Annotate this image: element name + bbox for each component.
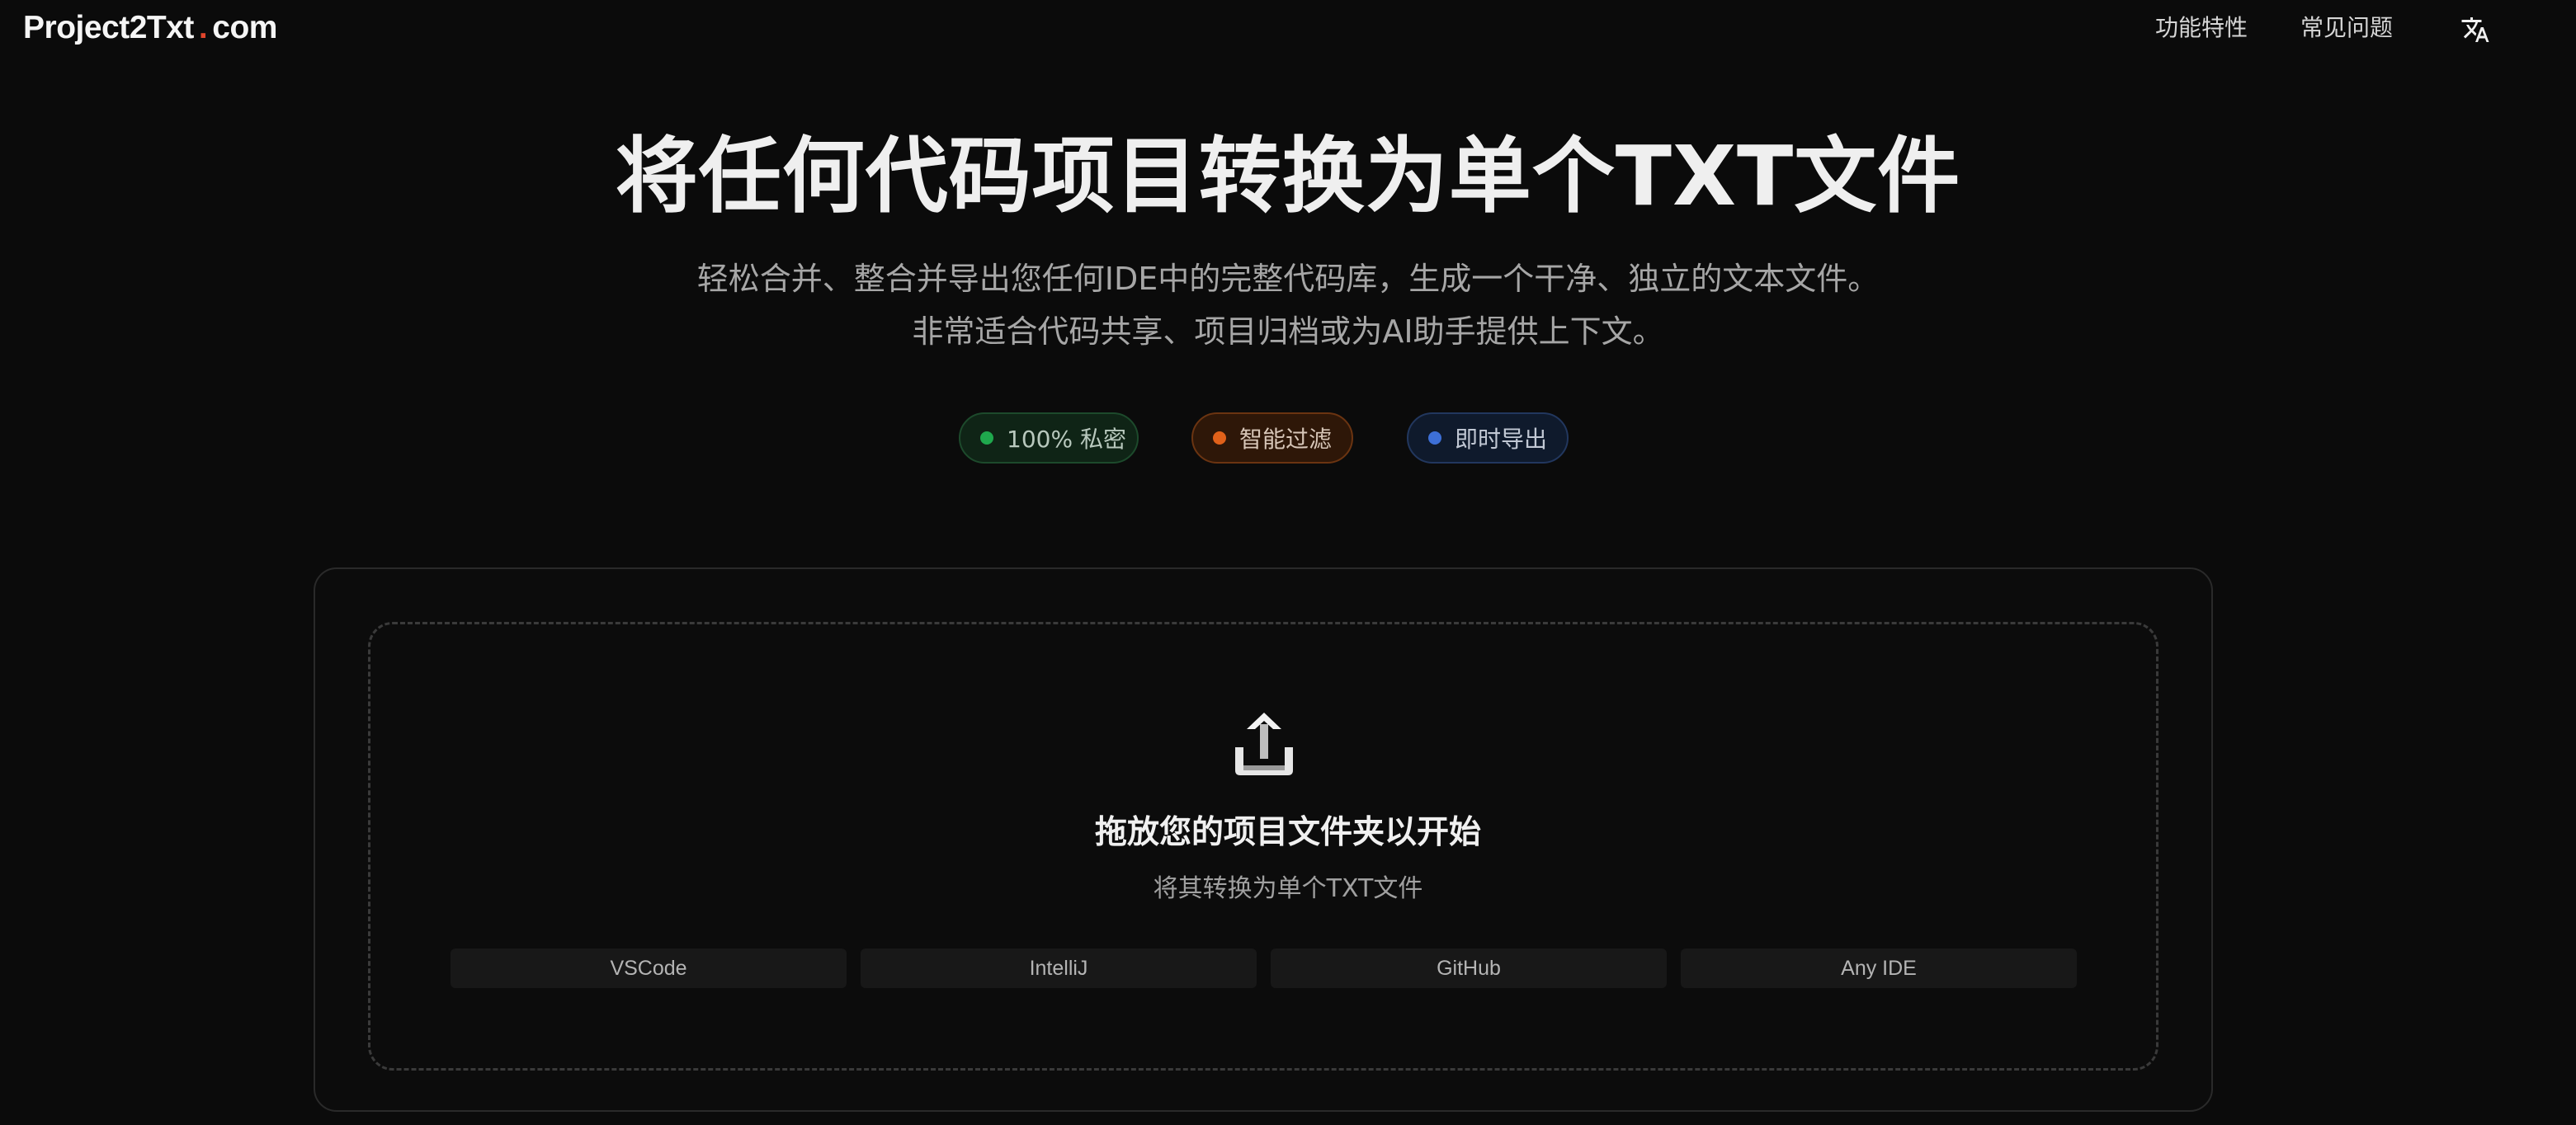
upload-icon [1230,711,1298,779]
ide-chip-any-ide: Any IDE [1681,948,2077,988]
top-navbar: Project2Txt. com 功能特性 常见问题 [0,0,2576,58]
ide-chip-intellij: IntelliJ [861,948,1257,988]
badge-private: 100% 私密 [959,412,1139,464]
translate-icon[interactable] [2460,15,2490,45]
badge-label: 100% 私密 [1007,426,1126,453]
ide-chip-vscode: VSCode [451,948,847,988]
badge-smart-filter: 智能过滤 [1191,412,1353,464]
logo-name: Project2Txt [23,10,194,45]
dropzone-title: 拖放您的项目文件夹以开始 [1094,814,1481,851]
nav-link-faq[interactable]: 常见问题 [2300,12,2393,45]
badge-label: 智能过滤 [1239,426,1333,453]
badge-label: 即时导出 [1455,426,1548,453]
logo-tld: com [212,10,277,45]
hero-subtitle-line-2: 非常适合代码共享、项目归档或为AI助手提供上下文。 [912,313,1664,350]
status-dot [980,431,993,445]
hero-subtitle-line-1: 轻松合并、整合并导出您任何IDE中的完整代码库，生成一个干净、独立的文本文件。 [696,261,1880,297]
site-logo[interactable]: Project2Txt. com [23,7,277,49]
hero-title: 将任何代码项目转换为单个TXT文件 [615,128,1961,224]
dropzone-subtitle: 将其转换为单个TXT文件 [1153,874,1423,903]
nav-link-features[interactable]: 功能特性 [2155,12,2248,45]
badge-instant-export: 即时导出 [1407,412,1569,464]
status-dot [1213,431,1226,445]
status-dot [1428,431,1441,445]
logo-dot: . [198,10,208,45]
ide-chip-github: GitHub [1271,948,1667,988]
